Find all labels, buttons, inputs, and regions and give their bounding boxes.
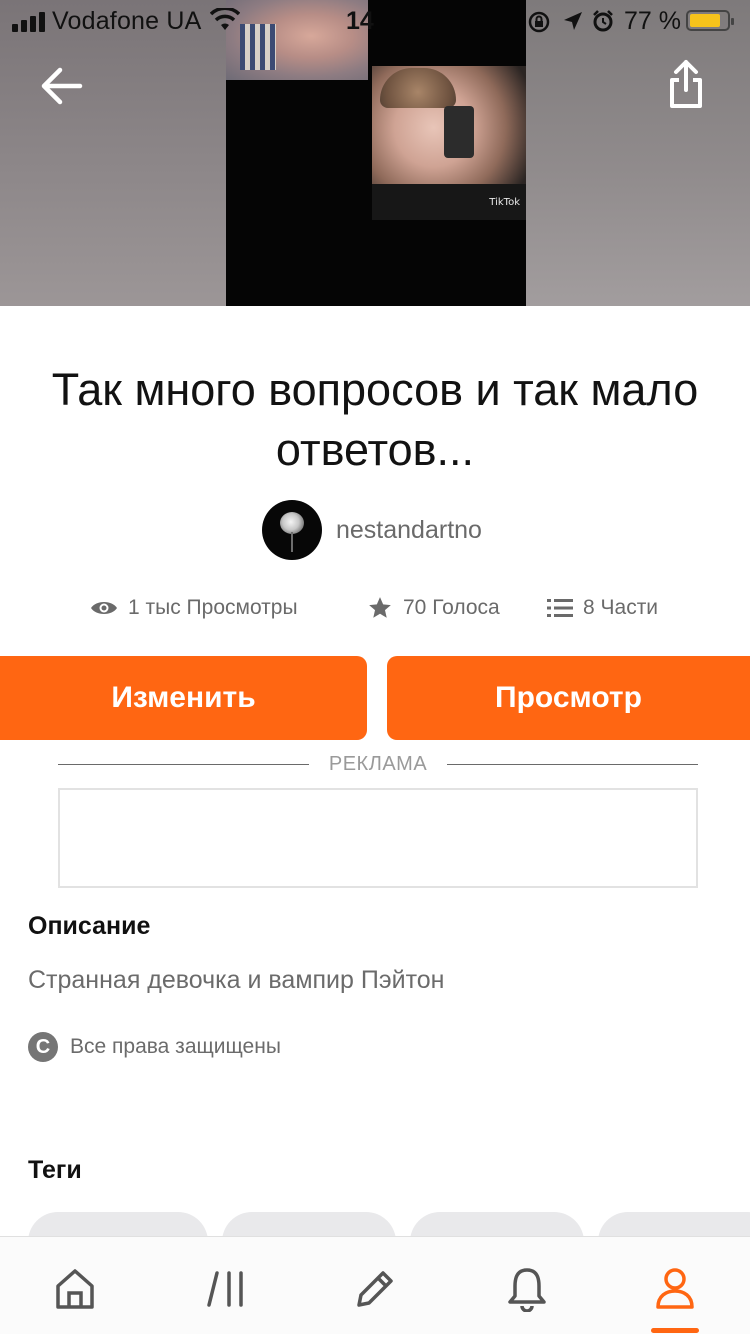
- status-time: 14: [346, 7, 374, 35]
- description-heading: Описание: [28, 912, 151, 940]
- parts-count: 8 Части: [583, 596, 659, 619]
- carrier-name: Vodafone UA: [52, 7, 202, 35]
- views-stat: 1 тыс Просмотры: [90, 590, 298, 626]
- story-stats: 1 тыс Просмотры 70 Голоса 8 Части: [0, 590, 750, 626]
- story-title: Так много вопросов и так мало ответов...: [51, 364, 699, 475]
- nav-notifications[interactable]: [492, 1259, 562, 1319]
- star-icon: [369, 597, 391, 618]
- home-icon: [56, 1269, 94, 1309]
- story-cover-image: TikTok: [226, 0, 526, 306]
- votes-stat: 70 Голоса: [367, 590, 500, 626]
- status-bar: Vodafone UA 14 77 %: [0, 0, 750, 40]
- cover-photo-selfie: TikTok: [372, 66, 526, 220]
- bottom-nav: [0, 1236, 750, 1334]
- profile-icon: [656, 1268, 694, 1309]
- cover-blur-left: [0, 0, 226, 306]
- wifi-icon: [209, 6, 241, 39]
- ad-slot[interactable]: [58, 788, 698, 888]
- nav-profile[interactable]: [640, 1259, 710, 1319]
- author-link[interactable]: nestandartno: [262, 500, 482, 560]
- parts-stat: 8 Части: [547, 590, 658, 626]
- divider: [447, 763, 699, 765]
- nav-home[interactable]: [40, 1259, 110, 1319]
- ad-label-row: РЕКЛАМА: [58, 750, 699, 778]
- copyright-text: Все права защищены: [70, 1035, 281, 1058]
- copyright-notice: C Все права защищены: [28, 1032, 281, 1062]
- author-name: nestandartno: [336, 515, 482, 544]
- list-icon: [547, 599, 573, 617]
- share-button[interactable]: [654, 52, 718, 116]
- votes-count: 70 Голоса: [403, 596, 500, 619]
- share-icon: [670, 60, 702, 108]
- rotation-lock-icon: [527, 10, 551, 41]
- alarm-icon: [591, 9, 615, 40]
- battery-percent: 77 %: [624, 7, 681, 35]
- arrow-left-icon: [41, 67, 83, 105]
- nav-library[interactable]: [192, 1259, 262, 1319]
- back-button[interactable]: [30, 54, 94, 118]
- notifications-icon: [508, 1268, 546, 1312]
- edit-button[interactable]: Изменить: [0, 656, 367, 740]
- cover-watermark: TikTok: [489, 197, 520, 208]
- view-button[interactable]: Просмотр: [387, 656, 750, 740]
- copyright-icon: C: [28, 1032, 58, 1062]
- ad-label: РЕКЛАМА: [328, 752, 428, 775]
- write-icon: [357, 1271, 393, 1307]
- nav-write[interactable]: [340, 1259, 410, 1319]
- library-icon: [207, 1271, 243, 1307]
- tags-heading: Теги: [28, 1156, 82, 1184]
- cover-blur-right: [526, 0, 750, 306]
- battery-icon: [686, 10, 734, 31]
- avatar: [262, 500, 322, 560]
- views-count: 1 тыс Просмотры: [128, 596, 298, 619]
- location-icon: [562, 10, 584, 39]
- divider: [58, 763, 309, 765]
- active-tab-indicator: [651, 1328, 699, 1333]
- story-cover-header: TikTok Vodafone UA 14 77 %: [0, 0, 750, 306]
- eye-icon: [91, 602, 117, 614]
- signal-icon: [12, 12, 45, 32]
- description-text: Странная девочка и вампир Пэйтон: [28, 966, 445, 994]
